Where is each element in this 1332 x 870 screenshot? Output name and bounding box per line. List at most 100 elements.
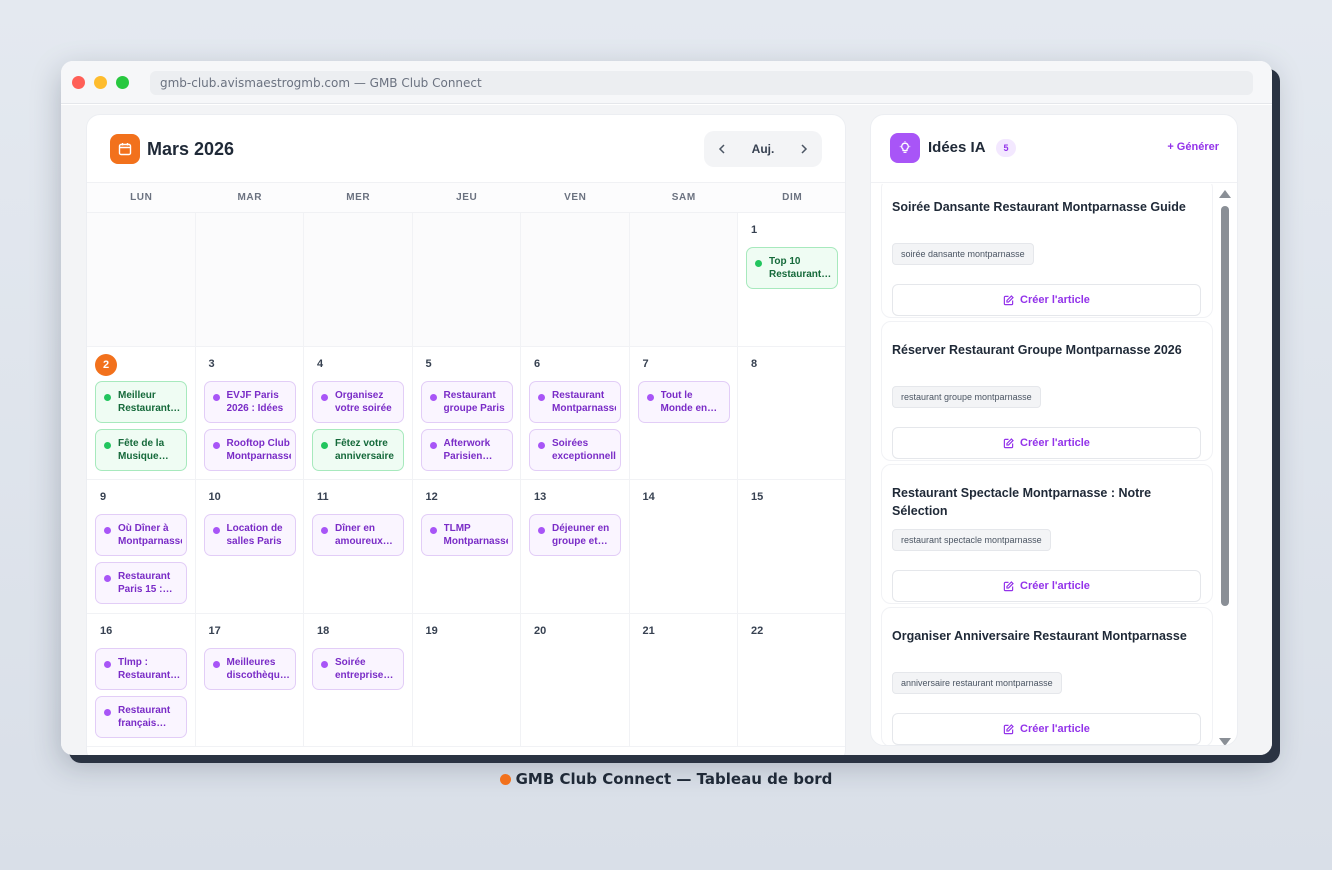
- calendar-day-cell[interactable]: 1 Top 10 Restaurants Montparnasse: [738, 213, 845, 347]
- calendar-empty-cell: [87, 213, 196, 347]
- calendar-event[interactable]: Organisez votre soirée: [312, 380, 404, 423]
- scroll-down-arrow-icon[interactable]: [1219, 738, 1231, 745]
- edit-icon: [1003, 294, 1014, 305]
- day-number: 20: [534, 624, 547, 637]
- calendar-event[interactable]: Meilleures discothèques Paris: [203, 647, 296, 690]
- event-title: TLMP Montparnasse: [443, 523, 508, 547]
- calendar-event[interactable]: Meilleur Restaurant Montparnasse: [95, 380, 187, 423]
- calendar-day-cell[interactable]: 20: [521, 613, 630, 747]
- calendar-event[interactable]: Top 10 Restaurants Montparnasse: [746, 247, 838, 289]
- ideas-list[interactable]: Organiser Anniversaire Restaurant Montpa…: [871, 184, 1237, 745]
- day-number: 4: [317, 357, 324, 370]
- chevron-left-icon: [718, 144, 725, 154]
- weekday-mar: MAR: [237, 192, 263, 203]
- calendar-event[interactable]: Déjeuner en groupe et séminaire: [529, 514, 621, 556]
- calendar-day-cell[interactable]: 11 Dîner en amoureux Paris: [304, 480, 413, 614]
- calendar-event[interactable]: Restaurant français Montparnasse: [95, 695, 187, 738]
- calendar-day-cell[interactable]: 8: [738, 347, 845, 480]
- calendar-day-cell[interactable]: 21: [629, 613, 738, 747]
- calendar-day-cell[interactable]: 10 Location de salles Paris: [195, 480, 304, 614]
- calendar-day-cell[interactable]: 3 EVJF Paris 2026 : Idées Rooftop Club Mon…: [195, 346, 304, 480]
- calendar-day-cell[interactable]: 5 Restaurant groupe Paris Afterwork Parisi…: [412, 346, 521, 480]
- today-button[interactable]: Auj.: [740, 131, 786, 167]
- create-article-button[interactable]: Créer l'article: [892, 284, 1201, 316]
- calendar-event[interactable]: Rooftop Club Montparnasse: [203, 428, 296, 471]
- calendar-event[interactable]: Fêtez votre anniversaire: [312, 428, 404, 471]
- ideas-title: Idées IA: [928, 139, 986, 156]
- day-number: 17: [208, 624, 221, 637]
- calendar-day-cell[interactable]: 16 Tlmp : Restaurant Spectacle Restaurant …: [87, 613, 196, 747]
- weekday-ven: VEN: [564, 192, 587, 203]
- day-number: 3: [208, 357, 215, 370]
- calendar-empty-cell: [412, 213, 521, 347]
- day-number: 19: [425, 624, 438, 637]
- scroll-thumb[interactable]: [1221, 206, 1229, 606]
- event-title: Fête de la Musique Montparnasse: [118, 437, 165, 462]
- event-title: EVJF Paris 2026 : Idées: [226, 389, 284, 414]
- previous-month-button[interactable]: [704, 131, 740, 167]
- weekday-sam: SAM: [671, 192, 696, 203]
- calendar-event[interactable]: Fête de la Musique Montparnasse: [95, 428, 187, 471]
- calendar-day-cell[interactable]: 12 TLMP Montparnasse: [412, 480, 521, 614]
- day-number: 10: [208, 491, 221, 503]
- close-window-button[interactable]: [72, 76, 85, 89]
- day-number: 8: [751, 357, 758, 370]
- day-number: 5: [425, 357, 432, 370]
- calendar-grid: 1Top 10 Restaurants Montparnasse 2Meilleu…: [87, 213, 845, 755]
- calendar-day-cell[interactable]: 18 Soirée entreprise Paris: [304, 613, 413, 747]
- event-title: Soirées exceptionnelles: [552, 437, 616, 462]
- day-number: 13: [534, 491, 547, 503]
- idea-card: Organiser Anniversaire Restaurant Montpa…: [881, 607, 1213, 745]
- calendar-event[interactable]: Restaurant Montparnasse: [529, 380, 621, 423]
- day-number: 21: [642, 624, 655, 637]
- calendar-day-cell[interactable]: 7 Tout le Monde en Parle: [629, 346, 738, 480]
- keyword-tag: anniversaire restaurant montparnasse: [892, 672, 1062, 694]
- calendar-event[interactable]: Afterwork Parisien Montparnasse: [420, 428, 513, 471]
- event-title: Meilleur Restaurant Montparnasse: [118, 389, 171, 414]
- calendar-event[interactable]: Tlmp : Restaurant Spectacle: [95, 647, 187, 690]
- calendar-event[interactable]: Restaurant Paris 15 : Guide: [95, 562, 187, 604]
- calendar-day-cell[interactable]: 19: [412, 613, 521, 747]
- browser-window: gmb-club.avismaestrogmb.com — GMB Club C…: [61, 61, 1272, 755]
- ideas-scrollbar[interactable]: [1219, 190, 1231, 745]
- create-article-label: Créer l'article: [1020, 294, 1090, 306]
- calendar-day-cell[interactable]: 17 Meilleures discothèques Paris: [195, 613, 304, 747]
- edit-icon: [1003, 723, 1014, 734]
- event-title: Dîner en amoureux Paris: [335, 523, 383, 547]
- calendar-event[interactable]: Restaurant groupe Paris: [420, 380, 513, 423]
- calendar-event[interactable]: Où Dîner à Montparnasse: [95, 514, 187, 556]
- next-month-button[interactable]: [786, 131, 822, 167]
- ideas-header: Idées IA 5 + Générer: [871, 115, 1237, 183]
- edit-icon: [1003, 580, 1014, 591]
- maximize-window-button[interactable]: [116, 76, 129, 89]
- calendar-event[interactable]: Soirée entreprise Paris: [312, 647, 404, 690]
- calendar-event[interactable]: Soirées exceptionnelles: [529, 428, 621, 471]
- calendar-day-cell[interactable]: 15: [738, 480, 845, 614]
- calendar-day-cell[interactable]: 6 Restaurant Montparnasse Soirées exceptio…: [521, 346, 630, 480]
- calendar-event[interactable]: Dîner en amoureux Paris: [312, 514, 404, 556]
- calendar-day-cell[interactable]: 2Meilleur Restaurant Montparnasse Fête de…: [87, 346, 196, 480]
- calendar-event[interactable]: Tout le Monde en Parle: [637, 380, 730, 423]
- event-title: Meilleures discothèques Paris: [226, 656, 291, 681]
- calendar-day-cell[interactable]: 4 Organisez votre soirée Fêtez votre anniv…: [304, 346, 413, 480]
- create-article-button[interactable]: Créer l'article: [892, 570, 1201, 602]
- generate-ideas-button[interactable]: + Générer: [1167, 141, 1219, 153]
- idea-title: Soirée Dansante Restaurant Montparnasse …: [892, 200, 1186, 214]
- calendar-day-cell[interactable]: 13 Déjeuner en groupe et séminaire: [521, 480, 630, 614]
- idea-title: Organiser Anniversaire Restaurant Montpa…: [892, 629, 1187, 643]
- create-article-label: Créer l'article: [1020, 437, 1090, 449]
- calendar-day-cell[interactable]: 22: [738, 614, 845, 747]
- title-bar: gmb-club.avismaestrogmb.com — GMB Club C…: [61, 61, 1272, 104]
- create-article-button[interactable]: Créer l'article: [892, 427, 1201, 459]
- calendar-event[interactable]: Location de salles Paris: [203, 514, 296, 556]
- calendar-event[interactable]: TLMP Montparnasse: [420, 514, 513, 556]
- calendar-event[interactable]: EVJF Paris 2026 : Idées: [203, 380, 296, 423]
- calendar-day-cell[interactable]: 9 Où Dîner à Montparnasse Restaurant Paris…: [87, 480, 196, 614]
- address-bar[interactable]: gmb-club.avismaestrogmb.com — GMB Club C…: [150, 71, 1253, 95]
- day-number: 18: [317, 624, 330, 637]
- create-article-button[interactable]: Créer l'article: [892, 713, 1201, 745]
- minimize-window-button[interactable]: [94, 76, 107, 89]
- event-title: Restaurant français Montparnasse: [118, 704, 171, 729]
- scroll-up-arrow-icon[interactable]: [1219, 190, 1231, 198]
- calendar-day-cell[interactable]: 14: [629, 480, 738, 614]
